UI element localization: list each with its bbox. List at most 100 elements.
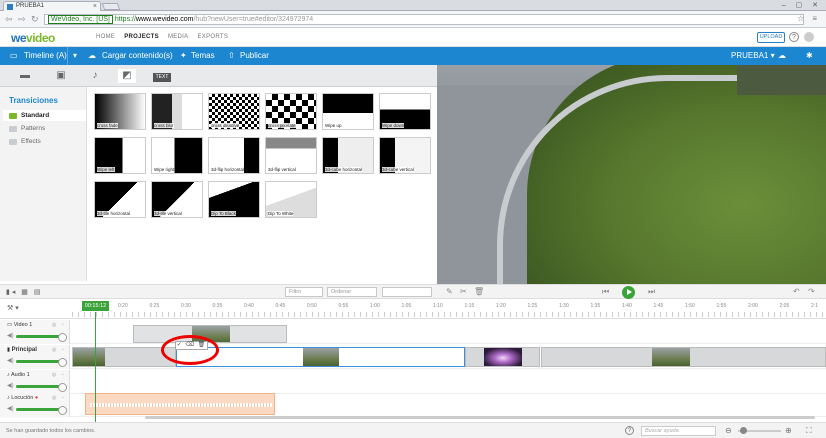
timeline-toolbar: ▮◂ ▦ ▤ Filtro Ordenar ✎ ✂ 🗑 ⏮ ⏭ ↶ ↷ [0, 284, 826, 299]
volume-slider[interactable] [16, 406, 67, 415]
order-select[interactable]: Ordenar [327, 287, 377, 297]
sidebar-item-standard[interactable]: Standard [3, 110, 86, 121]
trash-icon[interactable]: 🗑 [474, 287, 484, 296]
transition-thumb[interactable]: 3d-cube horizontal [322, 137, 374, 174]
tab-transition-icon[interactable]: ◩ [118, 69, 136, 83]
transition-thumb[interactable]: Wipe right [151, 137, 203, 174]
wevideo-logo[interactable]: wevideo [11, 31, 55, 45]
sidebar-item-label: Standard [21, 112, 50, 119]
chevron-down-icon[interactable]: ▾ [73, 51, 77, 60]
transition-thumb[interactable]: cross pixelate [265, 93, 317, 130]
toolbar-divider [67, 47, 68, 65]
tab-video-icon[interactable]: ▬ [16, 69, 34, 83]
video-preview[interactable] [437, 65, 826, 284]
avatar[interactable] [804, 32, 814, 42]
track-lock-icon[interactable]: ◎ ▫ [52, 347, 66, 353]
transition-thumb[interactable]: Wipe left [94, 137, 146, 174]
sidebar-item-patterns[interactable]: Patterns [3, 123, 86, 134]
transition-thumb[interactable]: 3d-tile vertical [151, 181, 203, 218]
reload-icon[interactable]: ↻ [31, 14, 39, 25]
project-menu[interactable]: PRUEBA1 ▾ [731, 51, 775, 60]
help-icon[interactable]: ? [625, 426, 634, 435]
transition-thumb[interactable]: 3d-cube vertical [379, 137, 431, 174]
help-search-input[interactable]: Buscar ayuda [641, 426, 716, 436]
transition-thumb[interactable]: Dip To Black [208, 181, 260, 218]
ruler-tick-label: 0:35 [212, 303, 223, 309]
ruler-tick-label: 1:05 [401, 303, 412, 309]
mic-icon[interactable]: ● [35, 395, 38, 401]
window-controls[interactable]: – ▢ ✕ [782, 1, 822, 9]
nav-projects[interactable]: PROJECTS [124, 34, 159, 40]
back-icon[interactable]: ⇦ [5, 14, 13, 25]
timeline-scrollbar[interactable] [145, 416, 815, 419]
track-controls: ▭ Video 1 ◎ ▫ ◀) [0, 320, 70, 344]
filter-field[interactable]: Filtro [285, 287, 323, 297]
cloud-icon[interactable]: ☁ [778, 51, 786, 60]
playhead-time[interactable]: 00:15:12 [82, 301, 109, 311]
tab-image-icon[interactable]: ▣ [52, 69, 70, 83]
upload-button[interactable]: UPLOAD [757, 32, 785, 43]
redo-icon[interactable]: ↷ [808, 287, 815, 296]
timeline-mode-button[interactable]: Timeline (A) [24, 51, 67, 60]
themes-button[interactable]: Temas [191, 51, 215, 60]
transition-thumb[interactable]: cross dissolve [208, 93, 260, 130]
playhead-line[interactable] [95, 312, 96, 424]
main-clip-4[interactable] [541, 347, 826, 367]
zoom-out-icon[interactable]: ⊖ [725, 426, 732, 435]
transition-thumb[interactable]: 3d-flip horizontal [208, 137, 260, 174]
track-lock-icon[interactable]: ◎ ▫ [52, 395, 66, 401]
tab-music-icon[interactable]: ♪ [86, 69, 104, 83]
track-lock-icon[interactable]: ◎ ▫ [52, 322, 66, 328]
timeline-ruler[interactable]: ⚒ ▾ 00:15:12 0:20 0:25 0:30 0:35 0:40 0:45 0:5… [0, 299, 826, 319]
transition-thumb[interactable]: cross blur [151, 93, 203, 130]
upload-content-button[interactable]: Cargar contenido(s) [102, 51, 173, 60]
nav-home[interactable]: HOME [96, 34, 115, 40]
transition-thumb[interactable]: cross fade [94, 93, 146, 130]
main-clip-selected[interactable] [176, 347, 465, 367]
media-tabs: ▬ ▣ ♪ ◩ TEXT [0, 65, 437, 87]
speaker-icon[interactable]: ◀) [7, 405, 14, 412]
zoom-in-icon[interactable]: ⊕ [785, 426, 792, 435]
browser-menu-icon[interactable]: ☆ ≡ [797, 14, 820, 23]
skip-forward-icon[interactable]: ⏭ [648, 287, 655, 297]
play-button[interactable] [622, 286, 635, 299]
audio-clip[interactable] [85, 393, 275, 415]
sidebar-item-effects[interactable]: Effects [3, 136, 86, 147]
nav-media[interactable]: MEDIA [168, 34, 189, 40]
folder-icon [9, 139, 17, 145]
volume-slider[interactable] [16, 333, 67, 342]
zoom-slider-knob[interactable] [740, 427, 747, 434]
tab-close-icon[interactable]: × [93, 2, 97, 11]
transition-thumb[interactable]: 3d-tile horizontal [94, 181, 146, 218]
transition-thumb[interactable]: Dip To White [265, 181, 317, 218]
fit-screen-icon[interactable]: ⛶ [806, 426, 812, 436]
url-field[interactable]: WeVideo, Inc. [US] https://www.wevideo.co… [44, 14, 804, 25]
browser-tab[interactable]: PRUEBA1 × [3, 1, 101, 11]
edit-pencil-icon[interactable]: ✎ [446, 287, 453, 296]
transition-thumb[interactable]: Wipe down [379, 93, 431, 130]
view-toggle-icons[interactable]: ▮◂ ▦ ▤ [6, 288, 42, 296]
help-icon[interactable]: ? [789, 32, 799, 42]
new-tab-button[interactable] [101, 3, 121, 10]
cut-icon[interactable]: ✂ [460, 287, 467, 296]
sidebar-title: Transiciones [9, 96, 58, 105]
undo-icon[interactable]: ↶ [793, 287, 800, 296]
publish-button[interactable]: Publicar [240, 51, 269, 60]
nav-exports[interactable]: EXPORTS [197, 34, 228, 40]
volume-slider[interactable] [16, 358, 67, 367]
gear-icon[interactable]: ✱ [806, 51, 813, 60]
transition-thumb[interactable]: 3d-flip vertical [265, 137, 317, 174]
forward-icon[interactable]: ⇨ [18, 14, 26, 25]
transition-thumb[interactable]: Wipe up [322, 93, 374, 130]
tools-icon[interactable]: ⚒ ▾ [7, 304, 19, 312]
track-lock-icon[interactable]: ◎ ▫ [52, 372, 66, 378]
tab-text-icon[interactable]: TEXT [153, 73, 171, 82]
speaker-icon[interactable]: ◀) [7, 357, 14, 364]
media-search-input[interactable] [382, 287, 432, 297]
transition-label: 3d-cube vertical [382, 167, 414, 172]
volume-slider[interactable] [16, 383, 67, 392]
speaker-icon[interactable]: ◀) [7, 332, 14, 339]
skip-back-icon[interactable]: ⏮ [602, 287, 609, 297]
main-clip-3[interactable] [465, 347, 540, 367]
speaker-icon[interactable]: ◀) [7, 382, 14, 389]
